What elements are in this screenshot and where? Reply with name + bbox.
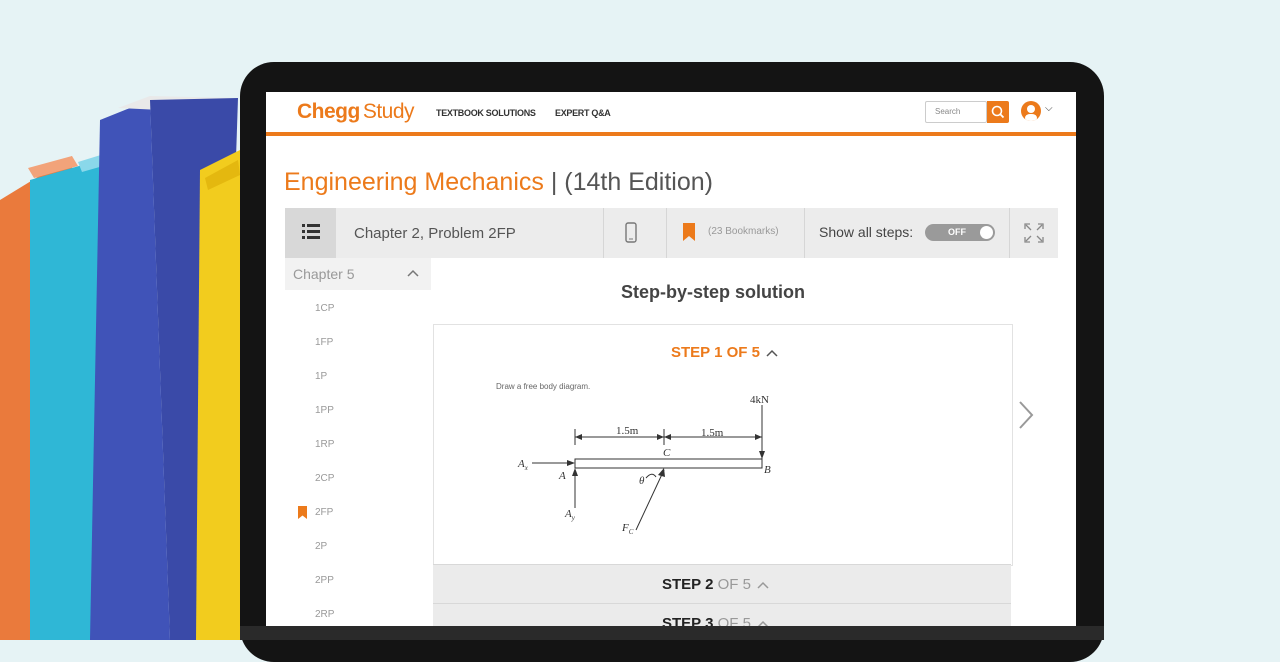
toggle-state: OFF <box>948 227 966 237</box>
divider <box>804 208 805 258</box>
chevron-up-icon <box>758 620 769 626</box>
step-3-header[interactable]: STEP 3 OF 5 <box>433 603 1011 626</box>
chapter-problem-label: Chapter 2, Problem 2FP <box>354 225 516 242</box>
label-b: B <box>764 464 771 476</box>
nav-expert-qa[interactable]: EXPERT Q&A <box>555 108 611 118</box>
step-3-total: OF 5 <box>713 615 751 626</box>
step-2-number: STEP 2 <box>662 576 714 593</box>
step-2-total: OF 5 <box>713 576 751 593</box>
fullscreen-icon[interactable] <box>1024 223 1044 243</box>
laptop-bezel <box>240 626 1104 640</box>
sidebar-item-1PP[interactable]: 1PP <box>315 405 334 416</box>
sidebar-item-2FP[interactable]: 2FP <box>315 507 333 518</box>
load-label: 4kN <box>750 394 769 406</box>
bookmark-icon[interactable] <box>683 223 695 241</box>
chevron-up-icon <box>757 581 769 589</box>
solution-heading: Step-by-step solution <box>621 282 805 302</box>
user-icon <box>1025 105 1037 121</box>
book-title: Engineering Mechanics <box>284 168 544 196</box>
toggle-knob <box>980 226 993 239</box>
laptop-screen: Chegg Study TEXTBOOK SOLUTIONS EXPERT Q&A… <box>266 92 1076 626</box>
sidebar-item-1RP[interactable]: 1RP <box>315 439 334 450</box>
label-a: A <box>558 470 566 482</box>
dimension-2: 1.5m <box>701 427 724 439</box>
book-edition: | (14th Edition) <box>550 168 713 196</box>
sidebar-item-2P[interactable]: 2P <box>315 541 327 552</box>
step-3-number: STEP 3 <box>662 615 714 626</box>
logo-product: Study <box>362 100 415 123</box>
sidebar-item-2RP[interactable]: 2RP <box>315 609 334 620</box>
label-fc: FC <box>621 522 634 536</box>
step-3-label: STEP 3 OF 5 <box>662 615 769 626</box>
solution-toolbar: Chapter 2, Problem 2FP (23 Bookmarks) Sh… <box>285 208 1058 258</box>
label-c: C <box>663 447 671 459</box>
bookmark-icon <box>298 506 307 519</box>
problem-sidebar: Chapter 5 1CP 1FP 1P 1PP 1RP 2CP 2FP 2P … <box>285 258 431 626</box>
list-icon <box>302 224 320 239</box>
sidebar-item-2CP[interactable]: 2CP <box>315 473 334 484</box>
divider <box>1009 208 1010 258</box>
label-ax: Ax <box>517 458 529 472</box>
sidebar-item-1CP[interactable]: 1CP <box>315 303 334 314</box>
sidebar-item-1FP[interactable]: 1FP <box>315 337 333 348</box>
chevron-down-icon[interactable]: ⌵ <box>1045 103 1053 114</box>
chevron-right-icon[interactable] <box>1016 398 1036 432</box>
page-title: Engineering Mechanics | (14th Edition) <box>284 168 713 197</box>
logo-brand: Chegg <box>297 100 360 123</box>
step-1-panel: STEP 1 OF 5 Draw a free body diagram. 4k… <box>433 324 1013 566</box>
search-button[interactable] <box>987 101 1009 123</box>
user-avatar[interactable] <box>1021 101 1041 121</box>
bookmarks-count[interactable]: (23 Bookmarks) <box>708 226 779 237</box>
mobile-icon[interactable] <box>625 222 637 244</box>
toc-button[interactable] <box>285 208 336 258</box>
divider <box>603 208 604 258</box>
chevron-up-icon <box>407 269 419 277</box>
label-ay: Ay <box>564 508 576 522</box>
step-2-label: STEP 2 OF 5 <box>662 576 769 593</box>
sidebar-item-1P[interactable]: 1P <box>315 371 327 382</box>
top-navbar: Chegg Study TEXTBOOK SOLUTIONS EXPERT Q&A… <box>266 92 1076 136</box>
search-icon <box>991 105 1005 119</box>
search-input[interactable]: Search <box>925 101 987 123</box>
divider <box>666 208 667 258</box>
chapter-selector[interactable]: Chapter 5 <box>285 258 431 290</box>
dimension-1: 1.5m <box>616 425 639 437</box>
show-all-steps-label: Show all steps: <box>819 224 914 240</box>
free-body-diagram: 4kN 1.5m 1.5m Ax A Ay C B θ FC <box>517 394 771 536</box>
step-2-header[interactable]: STEP 2 OF 5 <box>433 564 1011 603</box>
sidebar-item-2PP[interactable]: 2PP <box>315 575 334 586</box>
label-theta: θ <box>639 475 645 487</box>
chapter-label: Chapter 5 <box>293 266 355 282</box>
show-all-steps-toggle[interactable]: OFF <box>925 224 995 241</box>
chegg-study-logo[interactable]: Chegg Study <box>297 100 415 124</box>
nav-textbook-solutions[interactable]: TEXTBOOK SOLUTIONS <box>436 108 536 118</box>
